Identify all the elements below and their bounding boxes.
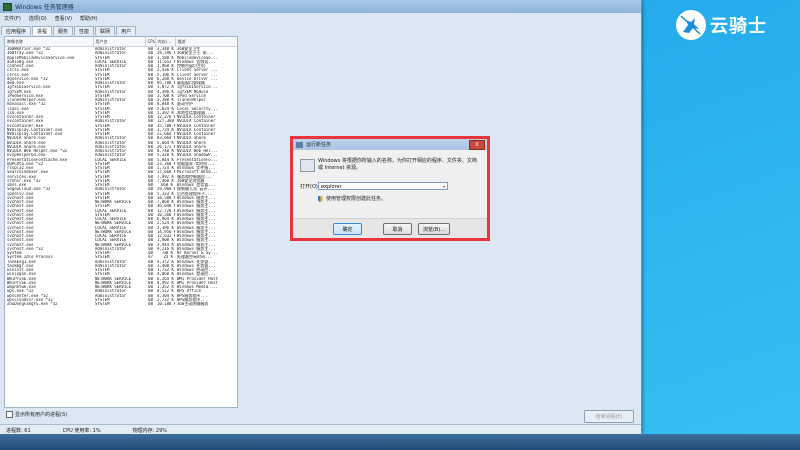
menu-view[interactable]: 查看(V) — [51, 14, 76, 23]
task-manager-app-icon — [3, 2, 12, 11]
tab-processes[interactable]: 进程 — [32, 26, 53, 35]
run-icon — [296, 141, 303, 148]
brand-logo-text: 云骑士 — [710, 16, 767, 37]
header-description[interactable]: 描述 — [175, 37, 237, 47]
menu-bar: 文件(F) 选项(O) 查看(V) 帮助(H) — [0, 14, 641, 23]
open-input-value: explorer — [321, 184, 342, 190]
process-table-body: 360Wkdrier.exe *32 Administrator 00 3,348 K… — [5, 47, 237, 307]
run-program-icon — [300, 159, 315, 172]
dialog-footer: 确定 取消 浏览(B)... — [293, 218, 487, 238]
menu-help[interactable]: 帮助(H) — [76, 14, 102, 23]
tab-performance[interactable]: 性能 — [74, 26, 95, 35]
dialog-description: Windows 将根据你所输入的名称，为你打开相应的程序、文件夹、文档或 Int… — [318, 158, 477, 171]
show-all-users-checkbox[interactable] — [6, 411, 13, 418]
status-process-count: 进程数: 61 — [6, 427, 31, 434]
header-memory[interactable]: 内存(... — [155, 37, 176, 47]
cell-user-name: SYSTEM — [95, 302, 110, 306]
show-all-users-option[interactable]: 显示所有用户的进程(S) — [6, 411, 67, 418]
status-memory-usage: 物理内存: 29% — [132, 427, 167, 434]
tab-networking[interactable]: 联网 — [95, 26, 116, 35]
dialog-title: 运行新任务 — [306, 142, 332, 148]
show-all-users-label: 显示所有用户的进程(S) — [15, 412, 68, 418]
taskbar — [0, 434, 800, 450]
status-cpu-usage: CPU 使用率: 1% — [62, 427, 101, 434]
header-image-name[interactable]: 映像名称 — [5, 37, 94, 47]
dialog-body: Windows 将根据你所输入的名称，为你打开相应的程序、文件夹、文档或 Int… — [293, 150, 487, 238]
cell-image-name: ZhuDongFangYu.exe *32 — [7, 302, 58, 306]
open-input[interactable]: explorer ▾ — [318, 182, 448, 190]
end-process-button[interactable]: 结束进程(E) — [584, 410, 634, 423]
admin-note: 使用管理权限创建此任务。 — [318, 195, 386, 202]
header-user-name[interactable]: 用户名 — [93, 37, 146, 47]
process-table: 映像名称 用户名 CPU 内存(... 描述 360Wkdrier.exe *3… — [5, 37, 237, 307]
table-row[interactable]: ZhuDongFangYu.exe *32 SYSTEM 00 10,188 K 360… — [5, 302, 237, 306]
cell-description: 360主动防御服务 — [177, 302, 209, 306]
cell-memory: 10,188 K — [157, 302, 175, 306]
open-label: 打开(O): — [300, 184, 320, 190]
tab-services[interactable]: 服务 — [53, 26, 74, 35]
dialog-titlebar[interactable]: 运行新任务 X — [293, 139, 487, 150]
uac-shield-icon — [318, 195, 323, 202]
window-title: Windows 任务管理器 — [15, 4, 74, 11]
browse-button[interactable]: 浏览(B)... — [418, 223, 450, 235]
chevron-down-icon[interactable]: ▾ — [443, 183, 445, 191]
ok-button[interactable]: 确定 — [333, 223, 362, 235]
task-manager-titlebar[interactable]: Windows 任务管理器 — [0, 0, 641, 13]
menu-options[interactable]: 选项(O) — [25, 14, 51, 23]
dialog-close-button[interactable]: X — [469, 140, 485, 150]
brand-logo: 云骑士 — [676, 10, 767, 40]
admin-note-label: 使用管理权限创建此任务。 — [326, 196, 387, 202]
process-table-header: 映像名称 用户名 CPU 内存(... 描述 — [5, 37, 237, 47]
menu-file[interactable]: 文件(F) — [0, 14, 25, 23]
cancel-button[interactable]: 取消 — [383, 223, 412, 235]
tab-applications[interactable]: 应用程序 — [1, 26, 32, 35]
tab-users[interactable]: 用户 — [116, 26, 137, 35]
cell-cpu: 00 — [148, 302, 153, 306]
tab-strip: 应用程序 进程 服务 性能 联网 用户 — [1, 26, 137, 35]
header-cpu[interactable]: CPU — [145, 37, 156, 47]
run-new-task-dialog: 运行新任务 X Windows 将根据你所输入的名称，为你打开相应的程序、文件夹… — [293, 139, 487, 238]
process-list-panel: 映像名称 用户名 CPU 内存(... 描述 360Wkdrier.exe *3… — [4, 36, 238, 408]
knight-logo-icon — [676, 10, 706, 40]
